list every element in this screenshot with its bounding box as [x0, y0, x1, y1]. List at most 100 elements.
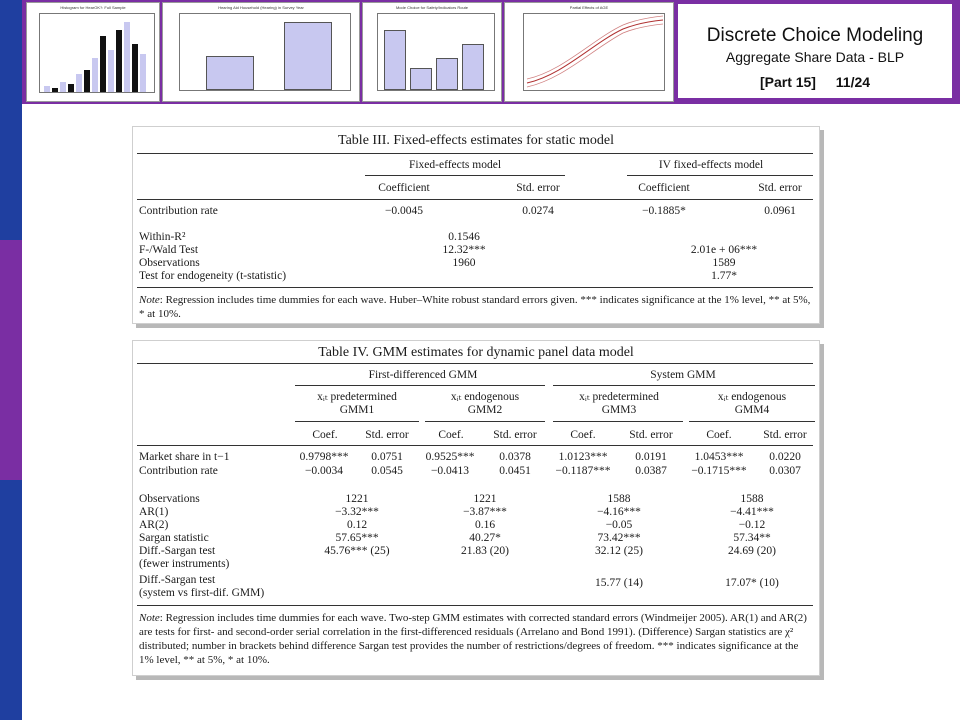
stat-label: AR(1) — [139, 506, 169, 518]
table-iii-note: Note: Regression includes time dummies f… — [139, 293, 811, 321]
stat-value: 21.83 (20) — [461, 545, 509, 557]
stat-label: (fewer instruments) — [139, 558, 230, 570]
thumbnail-partial-effects: Partial Effects of AGE — [504, 2, 674, 102]
stat-label: Diff.-Sargan test — [139, 545, 216, 557]
stat-value: 1588 — [607, 493, 631, 505]
table-rule-bottom — [137, 287, 813, 288]
table-cell: 0.0387 — [635, 465, 667, 477]
table-cell: 0.0751 — [371, 451, 403, 463]
stat-value: −4.16*** — [597, 506, 641, 518]
thumbnail-bar — [384, 30, 406, 90]
table-cell: 0.0378 — [499, 451, 531, 463]
col-header-se: Std. error — [493, 429, 537, 441]
thumbnail-bar — [284, 22, 332, 90]
stat-label: Sargan statistic — [139, 532, 209, 544]
stat-value: 57.34** — [733, 532, 771, 544]
table-rule-sub — [553, 421, 683, 422]
stat-label: Observations — [139, 257, 200, 269]
table-cell: −0.1187*** — [555, 465, 611, 477]
table-rule-group — [553, 385, 815, 386]
col-header-coef: Coef. — [706, 429, 732, 441]
table-cell: 1.0453*** — [694, 451, 744, 463]
note-text: : Regression includes time dummies for e… — [139, 294, 811, 320]
subgroup-line1: xᵢₜ endogenous — [450, 391, 520, 403]
stat-value-iv: 1.77* — [711, 270, 737, 282]
stat-value: 0.12 — [346, 519, 368, 531]
table-iii-panel: Table III. Fixed-effects estimates for s… — [132, 126, 820, 324]
left-bar-segment-blue — [0, 0, 22, 240]
part-label: [Part 15] — [759, 74, 816, 90]
subgroup-line2: GMM2 — [467, 404, 503, 416]
table-iv-title: Table IV. GMM estimates for dynamic pane… — [318, 345, 634, 360]
note-text: : Regression includes time dummies for e… — [139, 612, 807, 666]
table-rule-group — [627, 175, 813, 176]
thumbnail-bar — [108, 50, 114, 92]
table-cell: −0.1885* — [642, 205, 686, 217]
left-bar-segment-purple — [0, 240, 22, 480]
table-cell: 0.9798*** — [299, 451, 349, 463]
thumbnail-bar — [92, 58, 98, 92]
thumbnail-title: Histogram for HearOK?: Full Sample — [60, 5, 126, 10]
note-lead: Note — [139, 294, 160, 306]
stat-value: 32.12 (25) — [595, 545, 643, 557]
table-iv-group-fd: First-differenced GMM — [368, 369, 478, 381]
stat-label: Observations — [139, 493, 200, 505]
table-rule-top — [137, 153, 813, 154]
table-rule-sub — [295, 421, 419, 422]
table-iii-group-fe: Fixed-effects model — [408, 159, 502, 171]
col-header-se: Std. error — [516, 182, 560, 194]
thumbnail-bar — [84, 70, 90, 92]
col-header-coef: Coefficient — [378, 182, 430, 194]
table-rule-top — [137, 363, 813, 364]
stat-value: 24.69 (20) — [728, 545, 776, 557]
stat-value: 57.65*** — [335, 532, 379, 544]
thumbnail-plot-area — [39, 13, 155, 93]
table-cell: 0.0220 — [769, 451, 801, 463]
row-label: Market share in t−1 — [139, 451, 230, 463]
table-cell: −0.0045 — [384, 205, 424, 217]
table-rule-group — [365, 175, 565, 176]
stat-label: F-/Wald Test — [139, 244, 199, 256]
thumbnail-bar — [116, 30, 122, 92]
thumbnail-bar — [44, 86, 50, 92]
table-cell: 0.0961 — [764, 205, 796, 217]
thumbnail-bar — [140, 54, 146, 92]
slide-title: Discrete Choice Modeling — [706, 25, 924, 46]
stat-value: −0.12 — [738, 519, 766, 531]
thumbnail-plot-area — [377, 13, 495, 91]
col-header-coef: Coefficient — [638, 182, 690, 194]
thumbnail-bar — [100, 36, 106, 92]
subgroup-line1: xᵢₜ predetermined — [579, 391, 659, 403]
table-iv-note: Note: Regression includes time dummies f… — [139, 611, 811, 667]
stat-value: −0.05 — [605, 519, 633, 531]
thumbnail-histogram: Histogram for HearOK?: Full Sample — [26, 2, 160, 102]
stat-value: 40.27* — [469, 532, 501, 544]
thumbnail-bar — [52, 88, 58, 92]
table-iii-group-iv: IV fixed-effects model — [658, 159, 764, 171]
table-cell: 0.0451 — [499, 465, 531, 477]
thumbnail-bar — [68, 84, 74, 92]
subgroup-line1: xᵢₜ predetermined — [317, 391, 397, 403]
thumbnail-bar-chart: Hearing Aid Household (Hearing) in Surve… — [162, 2, 360, 102]
row-label: Contribution rate — [139, 205, 218, 217]
subgroup-line2: GMM1 — [339, 404, 375, 416]
subgroup-line2: GMM4 — [734, 404, 770, 416]
thumbnail-bar — [436, 58, 458, 90]
table-rule-sub — [689, 421, 815, 422]
stat-value: −3.32*** — [335, 506, 379, 518]
page-number: 11/24 — [835, 74, 871, 90]
col-header-coef: Coef. — [570, 429, 596, 441]
table-cell: 0.0191 — [635, 451, 667, 463]
thumbnail-bar — [206, 56, 254, 90]
table-cell: 1.0123*** — [558, 451, 608, 463]
slide-part-indicator: [Part 15] 11/24 — [678, 74, 952, 90]
thumbnail-bar — [124, 22, 130, 92]
note-lead: Note — [139, 612, 160, 624]
stat-label: (system vs first-dif. GMM) — [139, 587, 265, 599]
table-rule-group — [295, 385, 545, 386]
thumbnail-bar — [76, 74, 82, 92]
slide-title-box: Discrete Choice Modeling Aggregate Share… — [676, 2, 954, 100]
stat-value: 0.16 — [474, 519, 496, 531]
thumbnail-curve-plot — [523, 13, 665, 91]
stat-value: 1221 — [345, 493, 369, 505]
